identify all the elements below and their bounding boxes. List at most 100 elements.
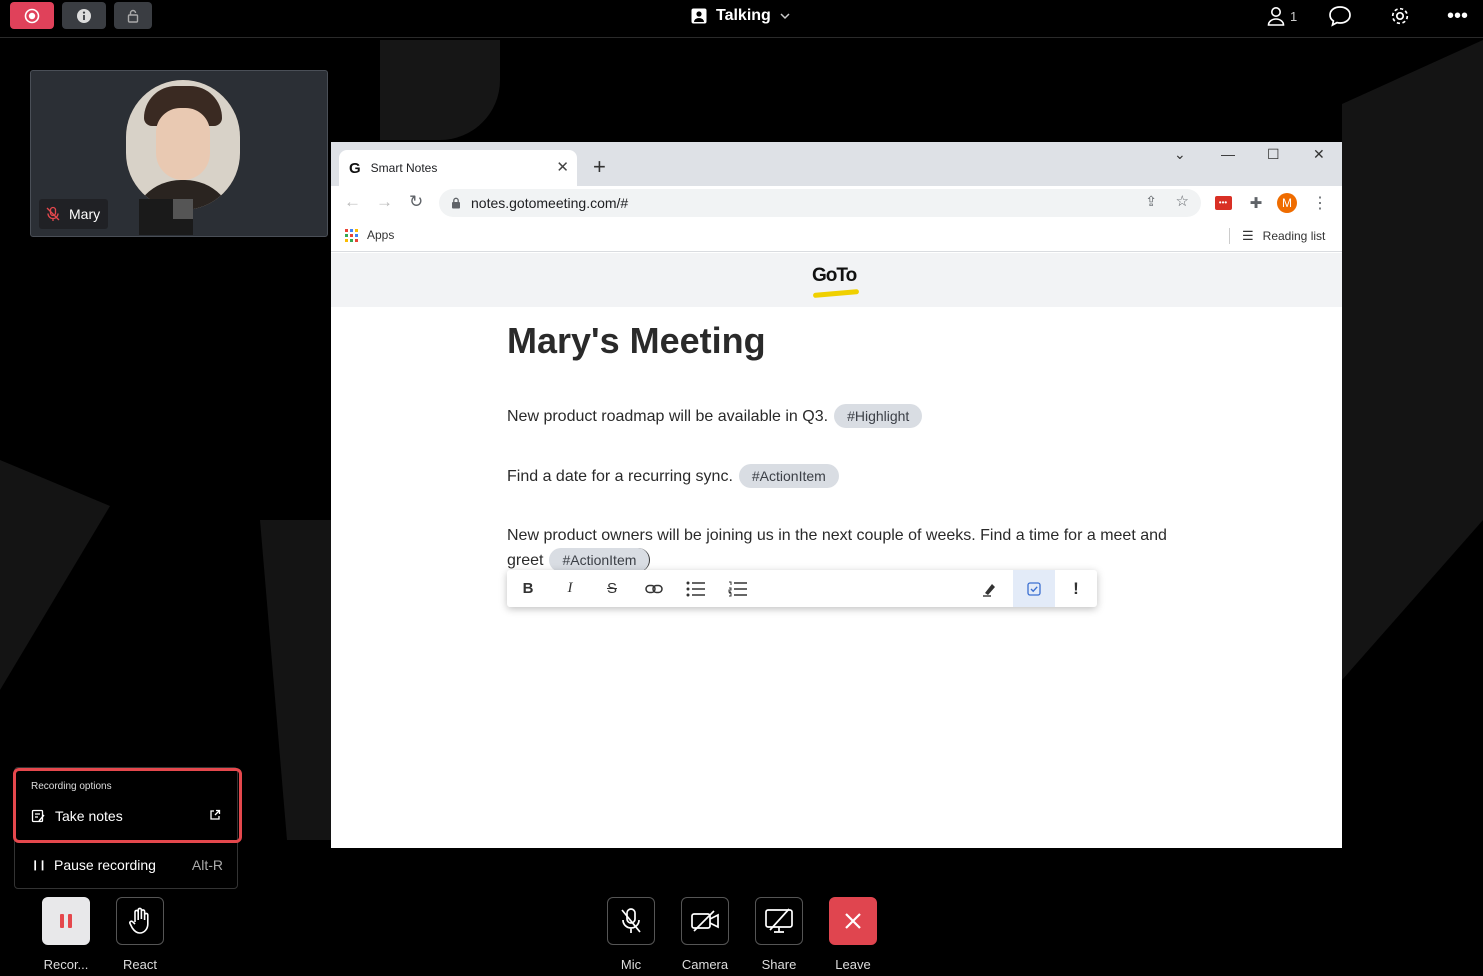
lock-button[interactable] <box>114 2 152 29</box>
italic-button[interactable]: I <box>549 570 591 607</box>
more-dots-icon: ••• <box>1447 4 1469 27</box>
new-tab-button[interactable]: + <box>593 154 606 180</box>
background-shape <box>1342 40 1483 680</box>
camera-button[interactable] <box>681 897 729 945</box>
link-button[interactable] <box>633 570 675 607</box>
recording-options-header: Recording options <box>31 781 112 792</box>
profile-avatar-button[interactable]: M <box>1277 193 1297 213</box>
participant-name: Mary <box>69 206 101 222</box>
goto-logo: GoTo <box>812 265 860 298</box>
tab-search-icon[interactable]: ⌄ <box>1174 146 1186 163</box>
note-title[interactable]: Mary's Meeting <box>507 320 766 362</box>
paragraph-text: New product roadmap will be available in… <box>507 408 829 425</box>
settings-button[interactable] <box>1389 4 1411 28</box>
avatar <box>126 80 240 210</box>
external-link-icon <box>210 809 221 820</box>
notes-icon <box>31 809 45 823</box>
react-button-label: React <box>123 957 157 972</box>
react-button[interactable] <box>116 897 164 945</box>
bold-button[interactable]: B <box>507 570 549 607</box>
pause-recording-label: Pause recording <box>54 857 156 873</box>
link-icon <box>645 584 663 593</box>
browser-menu-icon[interactable]: ⋮ <box>1310 193 1330 213</box>
record-indicator-button[interactable] <box>10 2 54 29</box>
tab-strip: G Smart Notes ✕ + ⌄ — ☐ ✕ <box>331 142 1342 186</box>
screen-share-off-icon <box>765 908 793 933</box>
talking-status-label: Talking <box>716 7 771 24</box>
bookmarks-bar: Apps ☰ Reading list <box>331 220 1342 252</box>
pause-icon <box>60 914 72 928</box>
participants-button[interactable]: 1 <box>1265 4 1297 28</box>
note-paragraph[interactable]: New product owners will be joining us in… <box>507 524 1187 573</box>
back-arrow-icon[interactable]: ← <box>344 192 361 212</box>
mic-button[interactable] <box>607 897 655 945</box>
mic-button-label: Mic <box>620 957 642 972</box>
extensions-puzzle-icon[interactable]: ✚ <box>1246 193 1266 213</box>
record-icon <box>24 8 40 23</box>
reading-list-button[interactable]: ☰ Reading list <box>1229 228 1325 244</box>
tab-smart-notes[interactable]: G Smart Notes ✕ <box>339 150 577 186</box>
pause-shortcut: Alt-R <box>191 857 223 873</box>
share-button[interactable] <box>755 897 803 945</box>
extension-red-icon[interactable]: ••• <box>1213 193 1233 213</box>
bookmark-star-icon[interactable]: ☆ <box>1176 192 1189 210</box>
close-icon <box>845 913 861 929</box>
chat-button[interactable] <box>1328 4 1352 28</box>
important-button[interactable]: ! <box>1055 570 1097 607</box>
highlighter-icon <box>983 583 995 597</box>
leave-button[interactable] <box>829 897 877 945</box>
info-icon <box>77 8 91 23</box>
shared-browser-window: G Smart Notes ✕ + ⌄ — ☐ ✕ ← → ↻ notes.go… <box>331 142 1342 848</box>
address-bar[interactable]: notes.gotomeeting.com/# ⇪ ☆ <box>439 189 1201 217</box>
person-icon <box>1267 7 1285 26</box>
checkbox-icon <box>1027 581 1041 596</box>
share-icon[interactable]: ⇪ <box>1145 193 1157 210</box>
take-notes-menu-item[interactable]: Take notes <box>31 806 221 826</box>
strikethrough-button[interactable]: S <box>591 570 633 607</box>
camera-off-icon <box>691 910 719 932</box>
recording-button[interactable] <box>42 897 90 945</box>
unlock-icon <box>127 9 139 23</box>
reading-list-label: Reading list <box>1262 229 1326 243</box>
talking-status-dropdown[interactable]: Talking <box>690 5 791 27</box>
participants-count: 1 <box>1290 8 1298 24</box>
mic-muted-icon <box>46 206 60 221</box>
share-button-label: Share <box>761 957 797 972</box>
person-card-icon <box>691 8 707 24</box>
action-item-tag[interactable]: #ActionItem <box>549 548 651 572</box>
gear-icon <box>1391 7 1409 25</box>
formatting-toolbar: B I S ! <box>507 570 1097 607</box>
note-paragraph[interactable]: Find a date for a recurring sync. #Action… <box>507 464 1187 489</box>
reload-icon[interactable]: ↻ <box>409 192 423 212</box>
close-window-icon[interactable]: ✕ <box>1313 146 1325 163</box>
maximize-icon[interactable]: ☐ <box>1267 146 1280 163</box>
top-bar: Talking 1 ••• <box>0 0 1483 38</box>
note-paragraph[interactable]: New product roadmap will be available in… <box>507 404 1187 429</box>
action-item-tag[interactable]: #ActionItem <box>738 464 839 488</box>
paragraph-text: Find a date for a recurring sync. <box>507 468 733 485</box>
pause-recording-menu-item[interactable]: ❙❙ Pause recording Alt-R <box>31 855 223 875</box>
apps-label: Apps <box>367 228 395 242</box>
participant-tile[interactable]: Mary <box>30 70 328 237</box>
action-item-checkbox-button[interactable] <box>1013 570 1055 607</box>
take-notes-label: Take notes <box>55 808 123 824</box>
background-shape <box>0 460 110 690</box>
profile-initial: M <box>1277 193 1297 213</box>
minimize-icon[interactable]: — <box>1221 146 1235 162</box>
close-tab-icon[interactable]: ✕ <box>556 158 569 176</box>
reading-list-icon: ☰ <box>1242 228 1254 243</box>
forward-arrow-icon[interactable]: → <box>376 192 393 212</box>
chevron-down-icon <box>780 13 790 20</box>
info-button[interactable] <box>62 2 106 29</box>
numbered-list-button[interactable] <box>717 570 759 607</box>
tab-title: Smart Notes <box>370 161 438 175</box>
bullet-list-icon <box>686 581 705 596</box>
apps-bookmark[interactable]: Apps <box>345 228 394 242</box>
bullet-list-button[interactable] <box>675 570 717 607</box>
highlighter-button[interactable] <box>969 570 1011 607</box>
camera-button-label: Camera <box>681 957 729 972</box>
highlight-tag[interactable]: #Highlight <box>834 404 923 428</box>
more-options-button[interactable]: ••• <box>1447 4 1468 28</box>
leave-button-label: Leave <box>835 957 871 972</box>
url-text: notes.gotomeeting.com/# <box>471 195 629 211</box>
